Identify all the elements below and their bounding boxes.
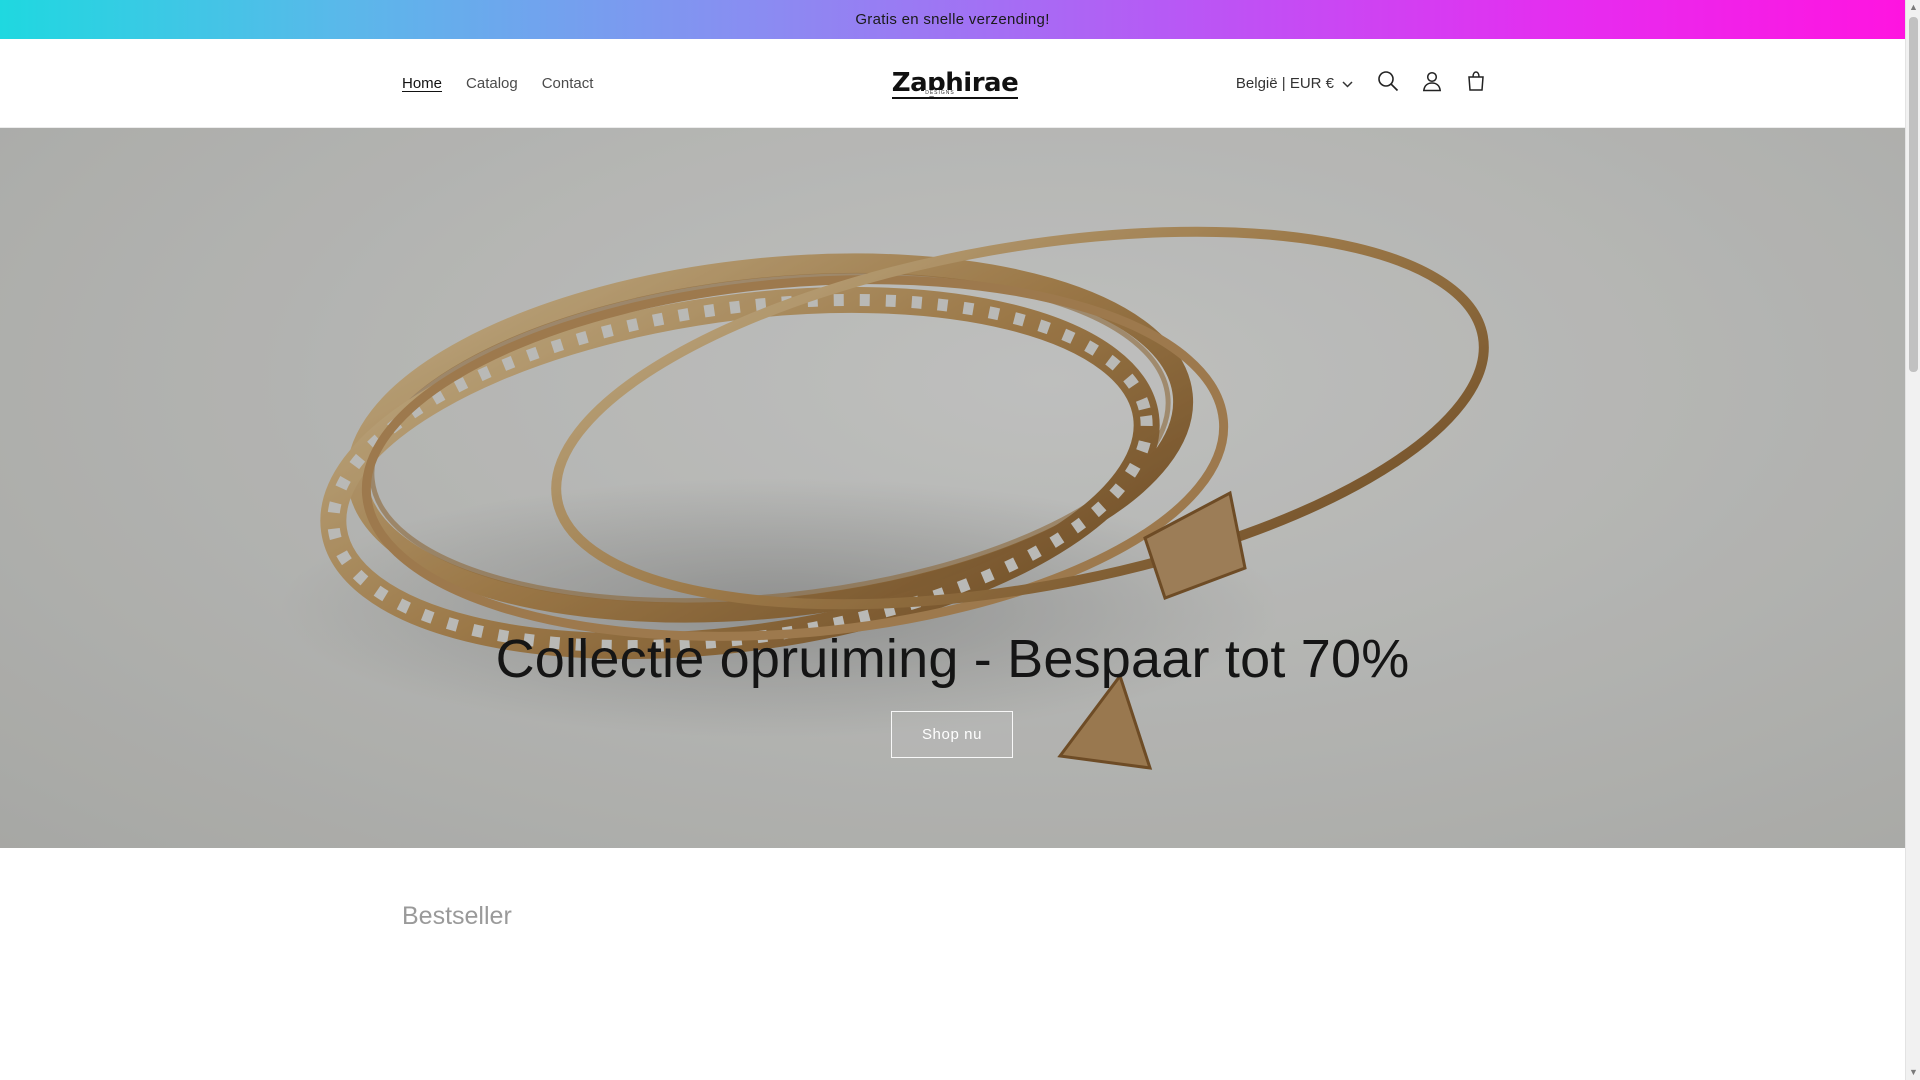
scroll-down-icon[interactable]: ▼ <box>1909 1068 1918 1077</box>
announcement-text: Gratis en snelle verzending! <box>855 11 1050 28</box>
cart-button[interactable] <box>1457 61 1495 105</box>
cart-icon <box>1465 70 1487 97</box>
hero-title: Collectie opruiming - Bespaar tot 70% <box>495 629 1410 689</box>
account-button[interactable] <box>1413 61 1451 105</box>
hero-banner: Collectie opruiming - Bespaar tot 70% Sh… <box>0 128 1905 848</box>
header-tools: België | EUR € <box>1226 39 1495 127</box>
site-header: Home Catalog Contact Zaphirae DESIGNS Be… <box>0 39 1905 128</box>
account-icon <box>1421 70 1443 97</box>
store-logo[interactable]: Zaphirae DESIGNS <box>891 61 1019 105</box>
bestseller-heading: Bestseller <box>402 902 512 930</box>
main-nav: Home Catalog Contact <box>390 39 605 127</box>
logo-tagline: DESIGNS <box>924 90 956 96</box>
country-selector[interactable]: België | EUR € <box>1226 67 1363 100</box>
nav-link-contact[interactable]: Contact <box>530 67 606 100</box>
nav-link-home[interactable]: Home <box>390 67 454 100</box>
page-scrollbar[interactable]: ▲ ▼ <box>1905 0 1920 1080</box>
search-button[interactable] <box>1369 61 1407 105</box>
chevron-down-icon <box>1342 75 1353 92</box>
search-icon <box>1377 70 1399 97</box>
scrollbar-thumb[interactable] <box>1909 17 1918 372</box>
shop-now-button[interactable]: Shop nu <box>891 711 1013 758</box>
country-selector-label: België | EUR € <box>1235 74 1334 92</box>
nav-link-catalog[interactable]: Catalog <box>454 67 530 100</box>
page: Gratis en snelle verzending! Home Catalo… <box>0 0 1905 1080</box>
announcement-bar: Gratis en snelle verzending! <box>0 0 1905 39</box>
scroll-up-icon[interactable]: ▲ <box>1909 3 1918 12</box>
